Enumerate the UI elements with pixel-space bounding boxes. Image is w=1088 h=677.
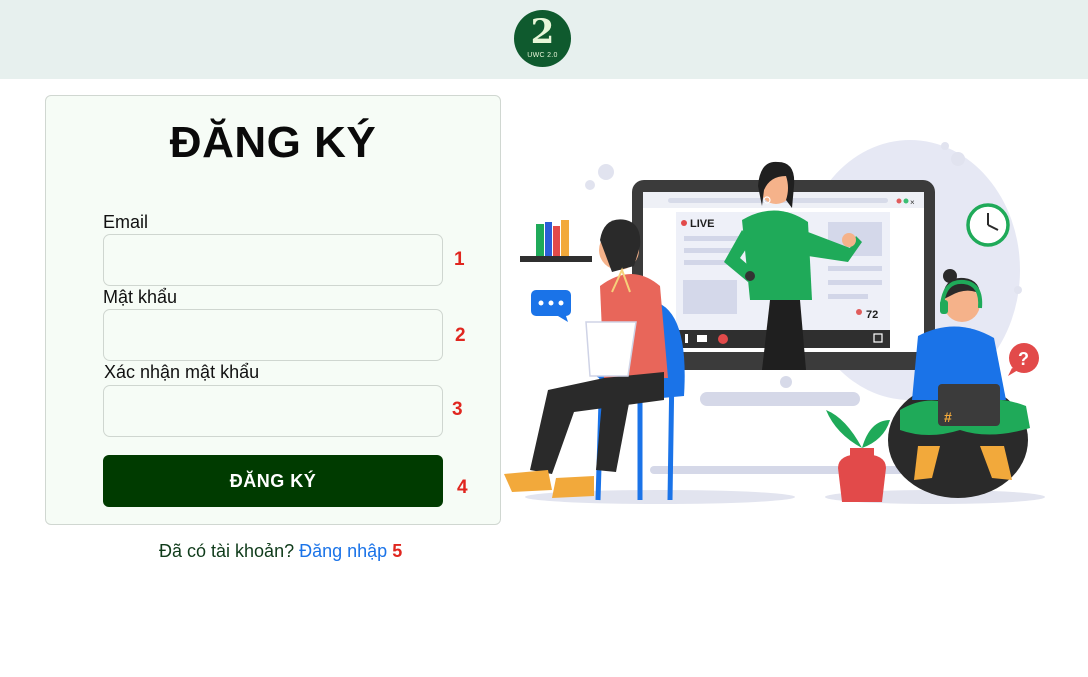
chat-bubble-icon [531, 290, 571, 322]
password-label: Mật khẩu [103, 287, 178, 307]
svg-text:#: # [944, 409, 952, 425]
annotation-1: 1 [454, 249, 465, 270]
plant-pot [826, 410, 890, 502]
svg-text:?: ? [1018, 349, 1029, 369]
uwc-logo[interactable]: 2 UWC 2.0 [514, 10, 571, 67]
annotation-4: 4 [457, 477, 468, 498]
register-button[interactable]: ĐĂNG KÝ [103, 455, 443, 507]
question-icon: ? [1008, 343, 1039, 376]
login-prompt-text: Đã có tài khoản? [159, 541, 300, 561]
confirm-password-label: Xác nhận mật khẩu [104, 362, 260, 382]
annotation-3: 3 [452, 399, 463, 420]
logo-text: UWC 2.0 [527, 52, 558, 59]
logo-number: 2 [530, 12, 555, 52]
viewer-count: 72 [866, 309, 878, 321]
live-label: LIVE [690, 218, 714, 230]
page-title: ĐĂNG KÝ [169, 118, 377, 167]
svg-text:×: × [910, 198, 915, 207]
annotation-2: 2 [455, 325, 466, 346]
confirm-password-field[interactable] [103, 385, 443, 437]
login-prompt: Đã có tài khoản? Đăng nhập 5 [159, 541, 402, 562]
clock-icon [966, 203, 1010, 247]
online-learning-illustration: × LIVE 72 ? # [504, 140, 1045, 504]
annotation-5: 5 [392, 541, 403, 561]
email-label: Email [103, 212, 149, 232]
email-field[interactable] [103, 234, 443, 286]
login-link[interactable]: Đăng nhập [299, 541, 387, 561]
bookshelf [520, 220, 592, 262]
password-field[interactable] [103, 309, 443, 361]
